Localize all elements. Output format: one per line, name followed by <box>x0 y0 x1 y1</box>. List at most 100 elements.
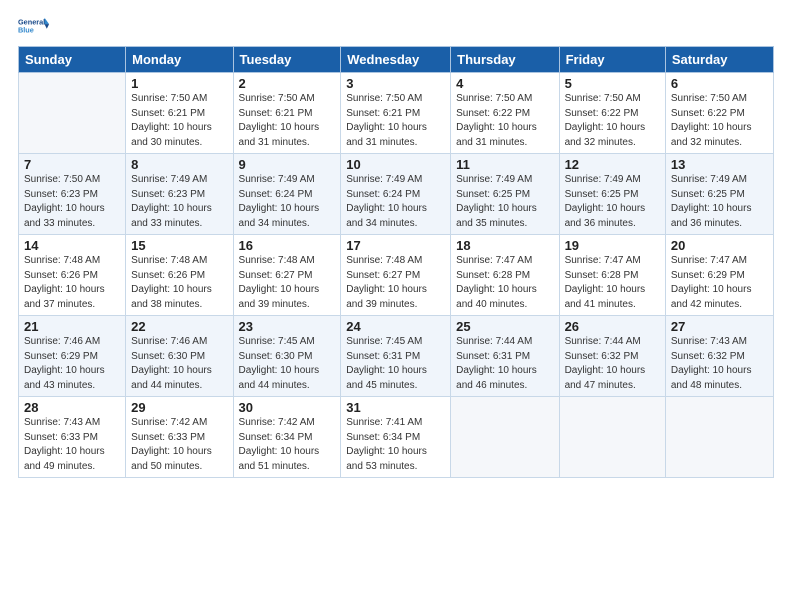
calendar-cell: 25Sunrise: 7:44 AM Sunset: 6:31 PM Dayli… <box>451 316 559 397</box>
weekday-header-wednesday: Wednesday <box>341 47 451 73</box>
weekday-header-monday: Monday <box>126 47 233 73</box>
day-number: 2 <box>239 76 336 91</box>
day-info: Sunrise: 7:43 AM Sunset: 6:32 PM Dayligh… <box>671 335 768 393</box>
calendar-cell: 26Sunrise: 7:44 AM Sunset: 6:32 PM Dayli… <box>559 316 665 397</box>
weekday-header-row: SundayMondayTuesdayWednesdayThursdayFrid… <box>19 47 774 73</box>
day-number: 16 <box>239 238 336 253</box>
calendar-cell: 3Sunrise: 7:50 AM Sunset: 6:21 PM Daylig… <box>341 73 451 154</box>
day-info: Sunrise: 7:50 AM Sunset: 6:21 PM Dayligh… <box>239 92 336 150</box>
day-info: Sunrise: 7:49 AM Sunset: 6:24 PM Dayligh… <box>346 173 445 231</box>
weekday-header-sunday: Sunday <box>19 47 126 73</box>
calendar-cell: 29Sunrise: 7:42 AM Sunset: 6:33 PM Dayli… <box>126 397 233 478</box>
day-info: Sunrise: 7:42 AM Sunset: 6:34 PM Dayligh… <box>239 416 336 474</box>
day-info: Sunrise: 7:48 AM Sunset: 6:27 PM Dayligh… <box>239 254 336 312</box>
day-info: Sunrise: 7:49 AM Sunset: 6:25 PM Dayligh… <box>456 173 553 231</box>
calendar-cell: 9Sunrise: 7:49 AM Sunset: 6:24 PM Daylig… <box>233 154 341 235</box>
day-info: Sunrise: 7:46 AM Sunset: 6:29 PM Dayligh… <box>24 335 120 393</box>
calendar-cell: 22Sunrise: 7:46 AM Sunset: 6:30 PM Dayli… <box>126 316 233 397</box>
calendar-cell <box>19 73 126 154</box>
day-info: Sunrise: 7:50 AM Sunset: 6:22 PM Dayligh… <box>565 92 660 150</box>
day-info: Sunrise: 7:48 AM Sunset: 6:26 PM Dayligh… <box>24 254 120 312</box>
day-info: Sunrise: 7:41 AM Sunset: 6:34 PM Dayligh… <box>346 416 445 474</box>
day-number: 28 <box>24 400 120 415</box>
day-number: 4 <box>456 76 553 91</box>
day-number: 5 <box>565 76 660 91</box>
day-info: Sunrise: 7:47 AM Sunset: 6:28 PM Dayligh… <box>565 254 660 312</box>
calendar-cell: 10Sunrise: 7:49 AM Sunset: 6:24 PM Dayli… <box>341 154 451 235</box>
day-info: Sunrise: 7:49 AM Sunset: 6:25 PM Dayligh… <box>565 173 660 231</box>
day-info: Sunrise: 7:44 AM Sunset: 6:31 PM Dayligh… <box>456 335 553 393</box>
calendar-cell: 6Sunrise: 7:50 AM Sunset: 6:22 PM Daylig… <box>665 73 773 154</box>
day-info: Sunrise: 7:50 AM Sunset: 6:21 PM Dayligh… <box>346 92 445 150</box>
day-number: 12 <box>565 157 660 172</box>
logo: GeneralBlue <box>18 10 50 42</box>
day-number: 26 <box>565 319 660 334</box>
day-number: 19 <box>565 238 660 253</box>
calendar-cell <box>451 397 559 478</box>
day-number: 10 <box>346 157 445 172</box>
day-number: 1 <box>131 76 227 91</box>
calendar-cell: 30Sunrise: 7:42 AM Sunset: 6:34 PM Dayli… <box>233 397 341 478</box>
calendar-cell: 11Sunrise: 7:49 AM Sunset: 6:25 PM Dayli… <box>451 154 559 235</box>
svg-text:Blue: Blue <box>18 25 34 34</box>
calendar-cell: 31Sunrise: 7:41 AM Sunset: 6:34 PM Dayli… <box>341 397 451 478</box>
day-number: 13 <box>671 157 768 172</box>
day-info: Sunrise: 7:49 AM Sunset: 6:25 PM Dayligh… <box>671 173 768 231</box>
calendar-cell: 27Sunrise: 7:43 AM Sunset: 6:32 PM Dayli… <box>665 316 773 397</box>
day-number: 3 <box>346 76 445 91</box>
day-number: 18 <box>456 238 553 253</box>
day-info: Sunrise: 7:50 AM Sunset: 6:22 PM Dayligh… <box>671 92 768 150</box>
day-number: 23 <box>239 319 336 334</box>
calendar-cell <box>665 397 773 478</box>
calendar-cell: 19Sunrise: 7:47 AM Sunset: 6:28 PM Dayli… <box>559 235 665 316</box>
day-info: Sunrise: 7:50 AM Sunset: 6:21 PM Dayligh… <box>131 92 227 150</box>
day-info: Sunrise: 7:45 AM Sunset: 6:30 PM Dayligh… <box>239 335 336 393</box>
week-row-5: 28Sunrise: 7:43 AM Sunset: 6:33 PM Dayli… <box>19 397 774 478</box>
day-number: 11 <box>456 157 553 172</box>
calendar-cell: 12Sunrise: 7:49 AM Sunset: 6:25 PM Dayli… <box>559 154 665 235</box>
day-number: 27 <box>671 319 768 334</box>
calendar-cell <box>559 397 665 478</box>
day-info: Sunrise: 7:47 AM Sunset: 6:29 PM Dayligh… <box>671 254 768 312</box>
calendar-cell: 15Sunrise: 7:48 AM Sunset: 6:26 PM Dayli… <box>126 235 233 316</box>
weekday-header-thursday: Thursday <box>451 47 559 73</box>
calendar-cell: 1Sunrise: 7:50 AM Sunset: 6:21 PM Daylig… <box>126 73 233 154</box>
day-info: Sunrise: 7:46 AM Sunset: 6:30 PM Dayligh… <box>131 335 227 393</box>
calendar-cell: 28Sunrise: 7:43 AM Sunset: 6:33 PM Dayli… <box>19 397 126 478</box>
day-number: 30 <box>239 400 336 415</box>
calendar-cell: 20Sunrise: 7:47 AM Sunset: 6:29 PM Dayli… <box>665 235 773 316</box>
day-number: 31 <box>346 400 445 415</box>
calendar-cell: 14Sunrise: 7:48 AM Sunset: 6:26 PM Dayli… <box>19 235 126 316</box>
calendar-cell: 5Sunrise: 7:50 AM Sunset: 6:22 PM Daylig… <box>559 73 665 154</box>
calendar-cell: 13Sunrise: 7:49 AM Sunset: 6:25 PM Dayli… <box>665 154 773 235</box>
weekday-header-saturday: Saturday <box>665 47 773 73</box>
calendar-cell: 17Sunrise: 7:48 AM Sunset: 6:27 PM Dayli… <box>341 235 451 316</box>
day-info: Sunrise: 7:50 AM Sunset: 6:22 PM Dayligh… <box>456 92 553 150</box>
week-row-3: 14Sunrise: 7:48 AM Sunset: 6:26 PM Dayli… <box>19 235 774 316</box>
day-number: 22 <box>131 319 227 334</box>
calendar-cell: 2Sunrise: 7:50 AM Sunset: 6:21 PM Daylig… <box>233 73 341 154</box>
calendar-cell: 7Sunrise: 7:50 AM Sunset: 6:23 PM Daylig… <box>19 154 126 235</box>
day-info: Sunrise: 7:48 AM Sunset: 6:27 PM Dayligh… <box>346 254 445 312</box>
calendar-cell: 4Sunrise: 7:50 AM Sunset: 6:22 PM Daylig… <box>451 73 559 154</box>
day-number: 25 <box>456 319 553 334</box>
week-row-2: 7Sunrise: 7:50 AM Sunset: 6:23 PM Daylig… <box>19 154 774 235</box>
day-info: Sunrise: 7:49 AM Sunset: 6:23 PM Dayligh… <box>131 173 227 231</box>
weekday-header-friday: Friday <box>559 47 665 73</box>
logo-icon: GeneralBlue <box>18 10 50 42</box>
day-number: 29 <box>131 400 227 415</box>
calendar-cell: 24Sunrise: 7:45 AM Sunset: 6:31 PM Dayli… <box>341 316 451 397</box>
day-number: 6 <box>671 76 768 91</box>
calendar-cell: 18Sunrise: 7:47 AM Sunset: 6:28 PM Dayli… <box>451 235 559 316</box>
day-info: Sunrise: 7:42 AM Sunset: 6:33 PM Dayligh… <box>131 416 227 474</box>
day-number: 21 <box>24 319 120 334</box>
day-info: Sunrise: 7:45 AM Sunset: 6:31 PM Dayligh… <box>346 335 445 393</box>
day-info: Sunrise: 7:44 AM Sunset: 6:32 PM Dayligh… <box>565 335 660 393</box>
weekday-header-tuesday: Tuesday <box>233 47 341 73</box>
day-info: Sunrise: 7:49 AM Sunset: 6:24 PM Dayligh… <box>239 173 336 231</box>
calendar-cell: 23Sunrise: 7:45 AM Sunset: 6:30 PM Dayli… <box>233 316 341 397</box>
week-row-4: 21Sunrise: 7:46 AM Sunset: 6:29 PM Dayli… <box>19 316 774 397</box>
day-number: 7 <box>24 157 120 172</box>
day-number: 9 <box>239 157 336 172</box>
day-info: Sunrise: 7:50 AM Sunset: 6:23 PM Dayligh… <box>24 173 120 231</box>
